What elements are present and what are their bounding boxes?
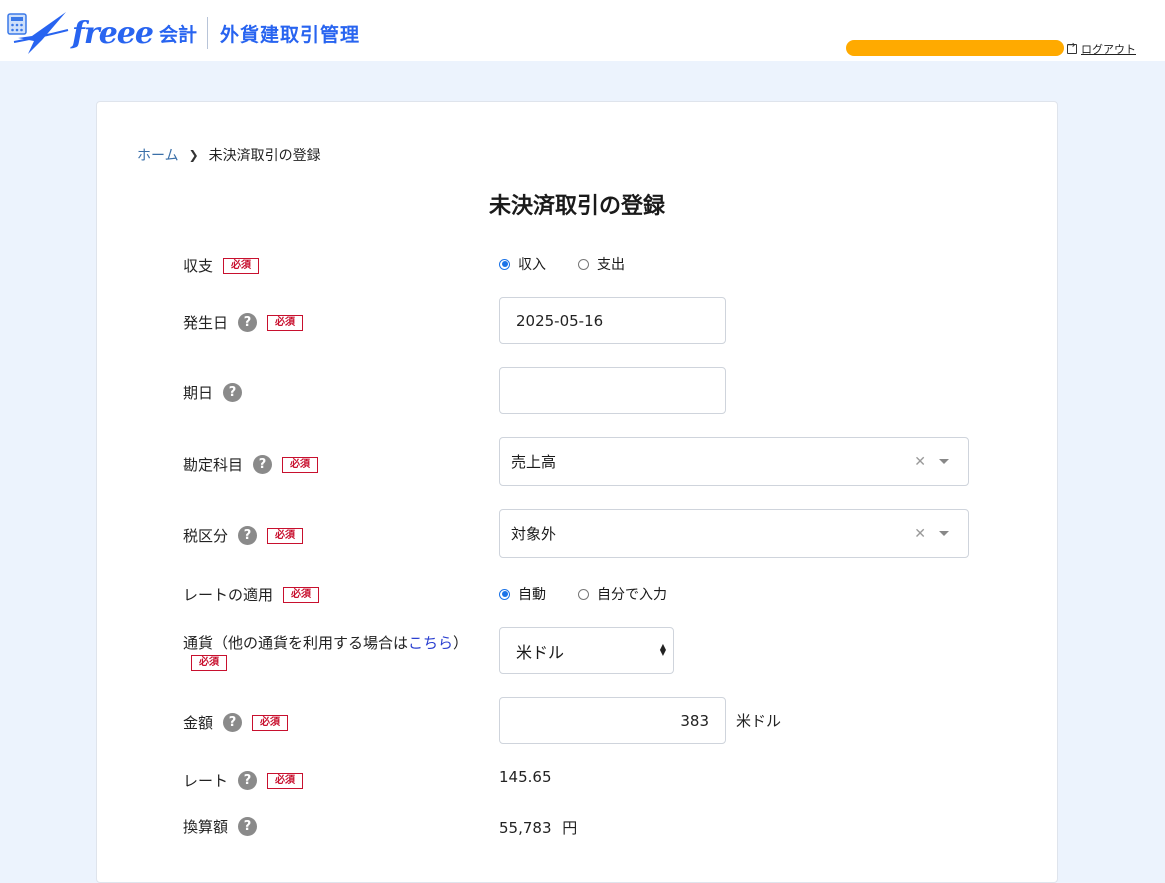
tax-category-select[interactable]: 対象外 ✕ — [499, 509, 969, 558]
breadcrumb-current: 未決済取引の登録 — [208, 148, 321, 164]
logout-icon — [1067, 40, 1077, 54]
converted-amount-number: 55,783 — [499, 819, 552, 837]
logo-divider — [207, 17, 208, 49]
currency-select-value: 米ドル — [516, 642, 565, 662]
chevron-right-icon: ❯ — [188, 148, 199, 162]
amount-label-row: 金額 ? 必須 — [183, 712, 289, 733]
chevron-down-icon[interactable] — [939, 459, 949, 464]
rate-label: レート — [183, 772, 229, 790]
due-date-label: 期日 — [183, 384, 214, 402]
rate-value: 145.65 — [499, 768, 552, 786]
help-icon[interactable]: ? — [238, 313, 258, 332]
currency-label-suffix: ） — [453, 634, 469, 652]
occurrence-date-input[interactable]: 2025-05-16 — [499, 297, 726, 344]
logout-label: ログアウト — [1081, 43, 1136, 56]
required-badge: 必須 — [283, 586, 320, 603]
tax-category-select-value: 対象外 — [511, 525, 557, 543]
account-label-row: 勘定科目 ? 必須 — [183, 454, 319, 475]
required-badge: 必須 — [267, 772, 304, 789]
radio-button-checked[interactable] — [499, 588, 510, 600]
converted-amount-unit: 円 — [562, 819, 578, 837]
help-icon[interactable]: ? — [238, 817, 258, 836]
calculator-bird-icon — [7, 12, 69, 54]
radio-expense-label: 支出 — [597, 257, 625, 273]
radio-button-checked[interactable] — [499, 258, 510, 270]
main-card: ホーム ❯ 未決済取引の登録 未決済取引の登録 収支 必須 収入 支出 発生日 … — [96, 101, 1058, 883]
currency-label-row: 通貨（他の通貨を利用する場合は こちら） — [183, 632, 468, 653]
currency-select[interactable]: 米ドル ▲ ▼ — [499, 627, 674, 674]
rate-application-label-row: レートの適用 必須 — [183, 584, 320, 605]
breadcrumb-home-link[interactable]: ホーム — [137, 145, 179, 165]
occurrence-date-label: 発生日 — [183, 314, 229, 332]
freee-logo[interactable]: freee 会計 外貨建取引管理 — [6, 8, 360, 58]
page-title: 未決済取引の登録 — [488, 194, 665, 219]
currency-label-prefix: 通貨（他の通貨を利用する場合は — [183, 634, 409, 652]
radio-rate-auto-label: 自動 — [518, 587, 546, 603]
tax-category-label-row: 税区分 ? 必須 — [183, 525, 304, 546]
help-icon[interactable]: ? — [238, 771, 258, 790]
clear-icon[interactable]: ✕ — [914, 526, 926, 542]
due-date-input[interactable] — [499, 367, 726, 414]
radio-rate-manual[interactable]: 自分で入力 — [578, 584, 667, 604]
freee-wordmark: freee — [72, 15, 154, 51]
updown-arrows-icon: ▲ ▼ — [659, 642, 666, 657]
radio-expense[interactable]: 支出 — [578, 254, 625, 274]
converted-amount-label-row: 換算額 ? — [183, 816, 258, 837]
required-badge: 必須 — [223, 257, 260, 274]
help-icon[interactable]: ? — [223, 383, 243, 402]
radio-rate-manual-label: 自分で入力 — [597, 587, 667, 603]
app-header: freee 会計 外貨建取引管理 ログアウト — [0, 0, 1165, 61]
converted-amount-label: 換算額 — [183, 818, 229, 836]
user-name-redacted[interactable] — [846, 40, 1064, 56]
radio-button[interactable] — [578, 258, 589, 270]
clear-icon[interactable]: ✕ — [914, 454, 926, 470]
app-name: 外貨建取引管理 — [220, 23, 361, 46]
help-icon[interactable]: ? — [223, 713, 243, 732]
help-icon[interactable]: ? — [253, 455, 273, 474]
chevron-down-icon[interactable] — [939, 531, 949, 536]
converted-amount-value: 55,783 円 — [499, 817, 577, 838]
rate-application-label: レートの適用 — [183, 586, 274, 604]
radio-income-label: 収入 — [518, 257, 546, 273]
help-icon[interactable]: ? — [238, 526, 258, 545]
due-date-label-row: 期日 ? — [183, 382, 243, 403]
logout-link[interactable]: ログアウト — [1067, 40, 1136, 57]
occurrence-date-label-row: 発生日 ? 必須 — [183, 312, 304, 333]
tax-category-label: 税区分 — [183, 527, 229, 545]
amount-input[interactable]: 383 — [499, 697, 726, 744]
required-badge: 必須 — [267, 527, 304, 544]
breadcrumb: ホーム ❯ 未決済取引の登録 — [137, 145, 321, 165]
account-label: 勘定科目 — [183, 456, 244, 474]
amount-label: 金額 — [183, 714, 214, 732]
amount-unit: 米ドル — [736, 712, 782, 730]
rate-label-row: レート ? 必須 — [183, 770, 304, 791]
income-expense-label-row: 収支 必須 — [183, 255, 260, 276]
radio-income[interactable]: 収入 — [499, 254, 546, 274]
radio-rate-auto[interactable]: 自動 — [499, 584, 546, 604]
account-select[interactable]: 売上高 ✕ — [499, 437, 969, 486]
other-currency-link[interactable]: こちら — [408, 632, 453, 653]
required-badge: 必須 — [191, 655, 227, 671]
required-badge: 必須 — [252, 714, 289, 731]
income-expense-radio-group: 収入 支出 — [499, 254, 657, 274]
required-badge: 必須 — [267, 314, 304, 331]
account-select-value: 売上高 — [511, 453, 557, 471]
income-expense-label: 収支 — [183, 257, 214, 275]
required-badge: 必須 — [282, 456, 319, 473]
currency-required-row: 必須 — [181, 655, 227, 671]
logo-kaikei: 会計 — [158, 23, 197, 46]
rate-application-radio-group: 自動 自分で入力 — [499, 584, 699, 604]
radio-button[interactable] — [578, 588, 589, 600]
